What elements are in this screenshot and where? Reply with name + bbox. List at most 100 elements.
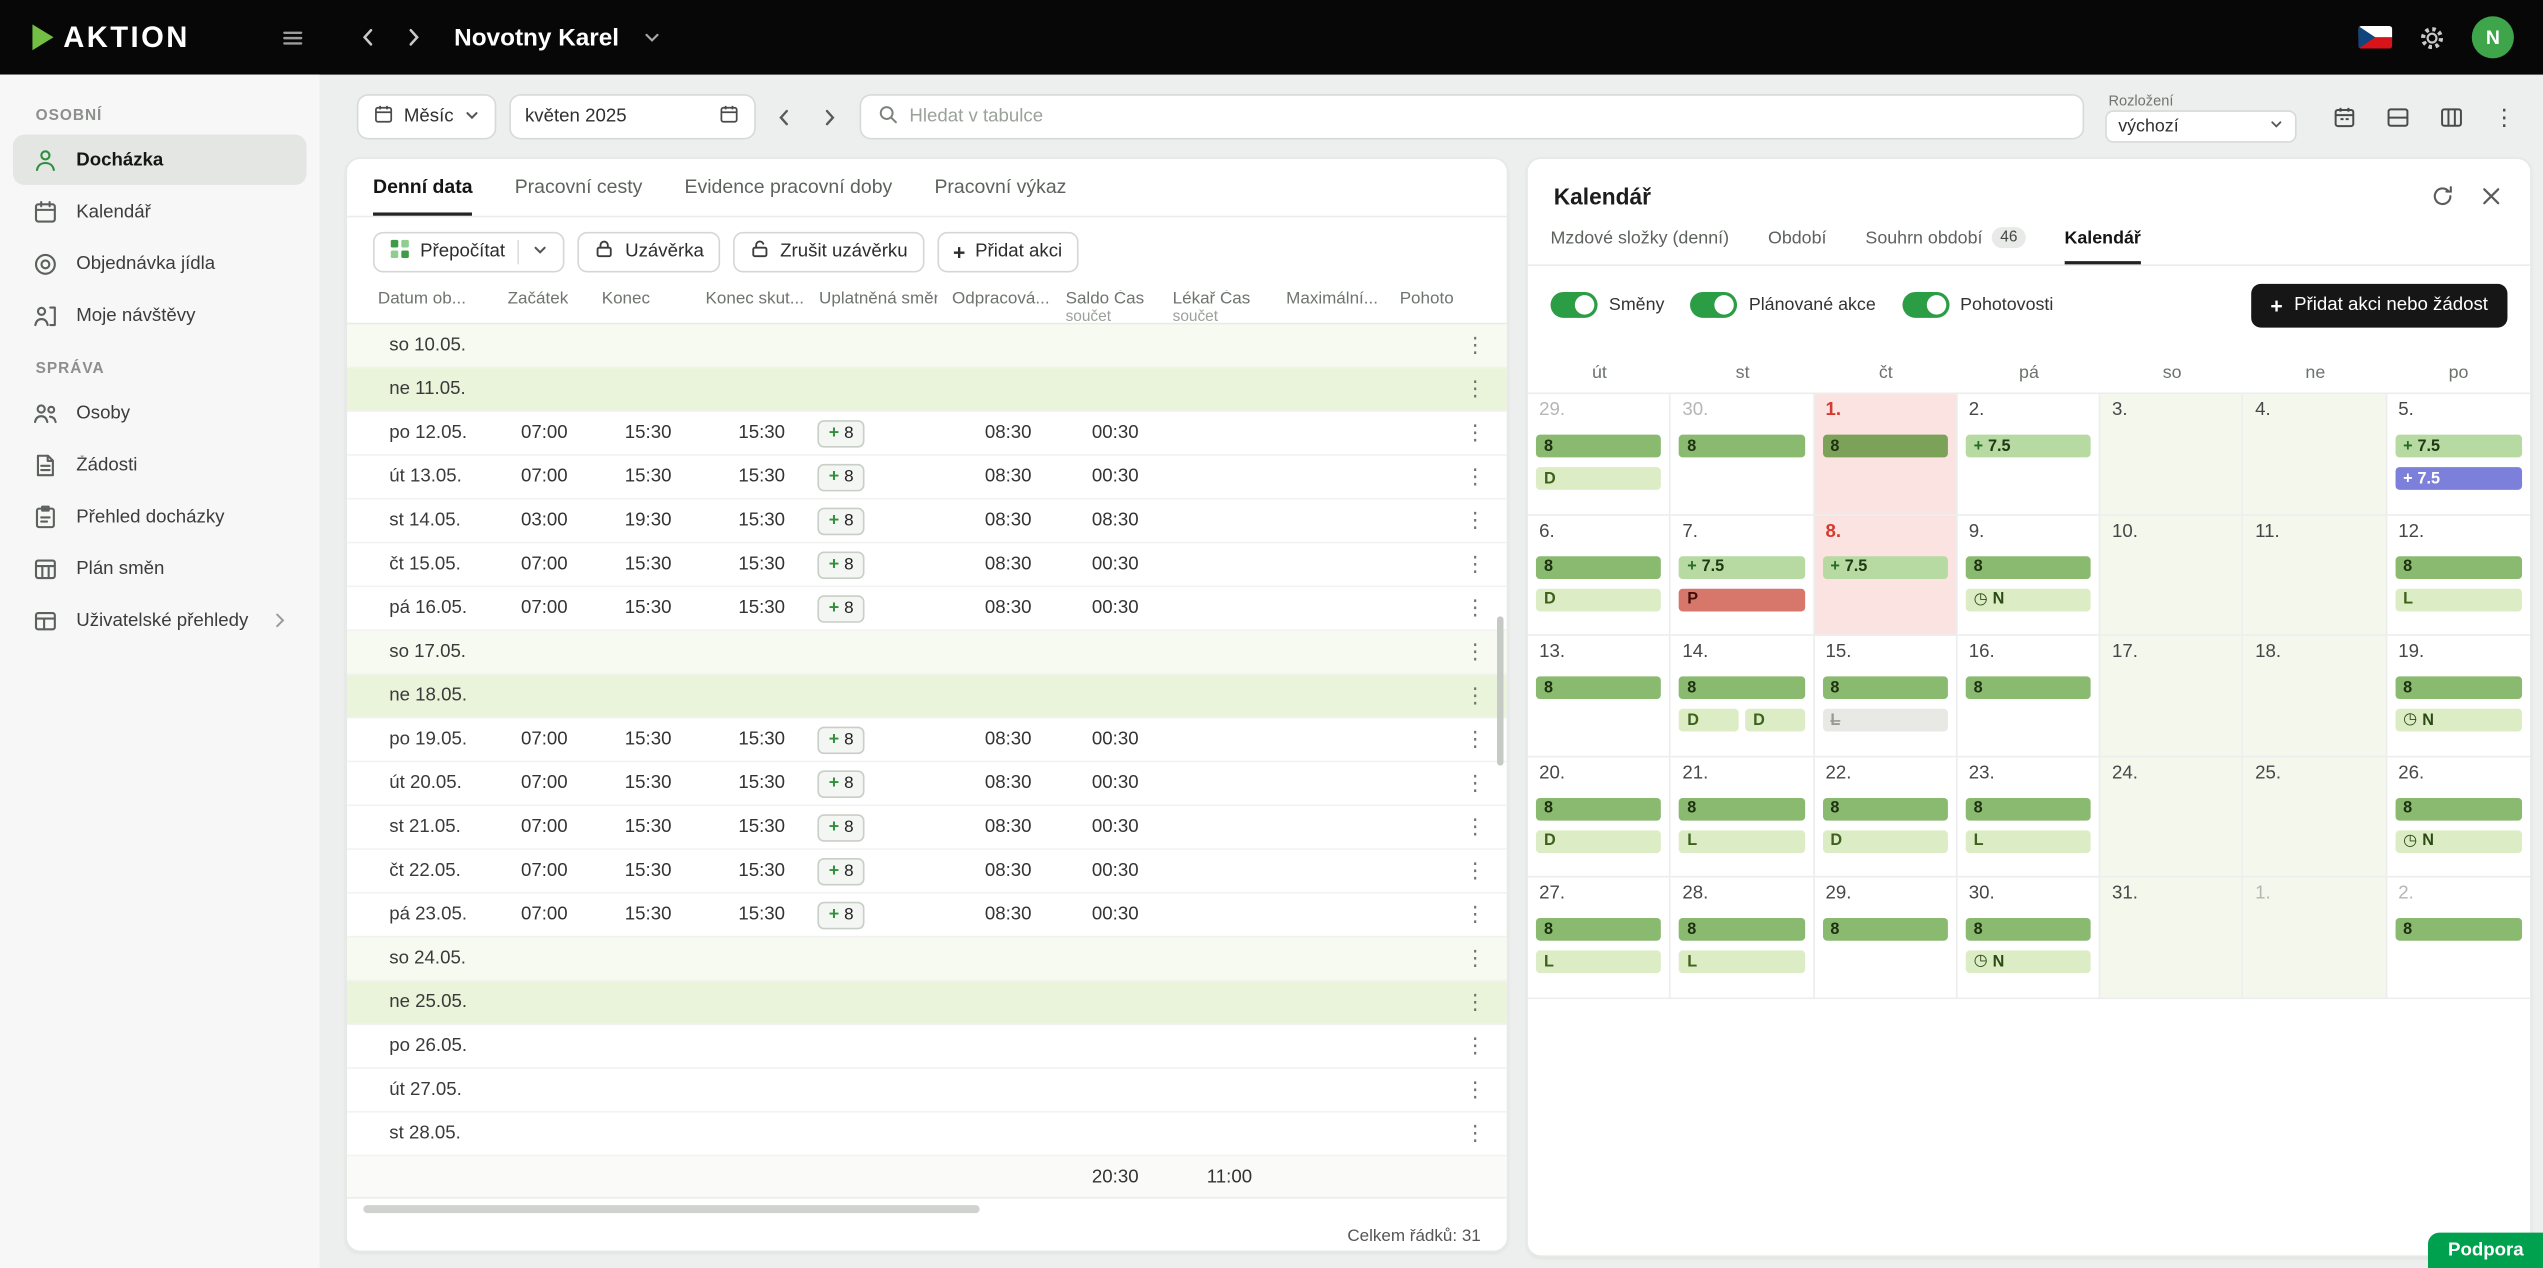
event-badge-shift[interactable]: 8 — [1965, 556, 2090, 579]
sidebar-item-moje-navstevy[interactable]: Moje návštěvy — [13, 290, 307, 340]
add-action-or-request-button[interactable]: + Přidat akci nebo žádost — [2251, 283, 2507, 327]
row-menu-icon[interactable]: ⋮ — [1453, 420, 1507, 446]
event-badge-night[interactable]: ◷N — [2395, 709, 2522, 732]
calendar-day-21[interactable]: 21.8L — [1671, 757, 1814, 878]
attendance-row-ne-11-05[interactable]: ne 11.05.⋮ — [347, 368, 1507, 412]
sidebar-item-zadosti[interactable]: Žádosti — [13, 440, 307, 490]
menu-toggle-icon[interactable] — [281, 25, 305, 49]
event-badge-light[interactable]: L — [1679, 950, 1804, 973]
toggle-smeny[interactable]: Směny — [1551, 292, 1665, 318]
table-search[interactable] — [859, 94, 2084, 139]
sidebar-item-osoby[interactable]: Osoby — [13, 388, 307, 438]
column-header-odpracova[interactable]: Odpracová... — [937, 290, 1051, 306]
split-view-icon[interactable] — [2383, 102, 2412, 131]
calendar-day-31[interactable]: 31. — [2101, 877, 2244, 998]
attendance-row-st-28-05[interactable]: st 28.05.⋮ — [347, 1113, 1507, 1157]
event-badge-light[interactable]: D — [1822, 830, 1947, 853]
calendar-day-30[interactable]: 30.8◷N — [1957, 877, 2100, 998]
calendar-view-icon[interactable] — [2329, 102, 2358, 131]
row-menu-icon[interactable]: ⋮ — [1453, 1033, 1507, 1059]
calendar-day-16[interactable]: 16.8 — [1957, 636, 2100, 757]
attendance-row-ne-25-05[interactable]: ne 25.05.⋮ — [347, 981, 1507, 1025]
language-flag-icon[interactable] — [2358, 26, 2392, 49]
calendar-day-8[interactable]: 8.+7.5 — [1814, 515, 1957, 636]
calendar-day-27[interactable]: 27.8L — [1528, 877, 1671, 998]
sidebar-item-kalendar[interactable]: Kalendář — [13, 187, 307, 237]
row-menu-icon[interactable]: ⋮ — [1453, 858, 1507, 884]
calendar-day-23[interactable]: 23.8L — [1957, 757, 2100, 878]
date-range-field[interactable]: květen 2025 — [509, 94, 756, 139]
toolbar-more-icon[interactable]: ⋮ — [2490, 102, 2519, 131]
attendance-row-po-12-05[interactable]: po 12.05.07:0015:3015:30+808:3000:30⋮ — [347, 412, 1507, 456]
row-menu-icon[interactable]: ⋮ — [1453, 332, 1507, 358]
attendance-row-po-26-05[interactable]: po 26.05.⋮ — [347, 1025, 1507, 1069]
tab-obdobi[interactable]: Období — [1768, 229, 1827, 265]
row-menu-icon[interactable]: ⋮ — [1453, 814, 1507, 840]
calendar-day-12[interactable]: 12.8L — [2387, 515, 2530, 636]
applied-shift-badge[interactable]: +8 — [817, 419, 864, 447]
row-menu-icon[interactable]: ⋮ — [1453, 770, 1507, 796]
event-badge-night[interactable]: ◷N — [1965, 950, 2090, 973]
calendar-day-14[interactable]: 14.8DD — [1671, 636, 1814, 757]
row-menu-icon[interactable]: ⋮ — [1453, 902, 1507, 928]
column-header-uplatnena-smena[interactable]: Uplatněná směna — [804, 290, 937, 306]
tab-mzdove-slozky-denni[interactable]: Mzdové složky (denní) — [1551, 229, 1729, 265]
calendar-day-7[interactable]: 7.+7.5P — [1671, 515, 1814, 636]
prev-period-icon[interactable] — [768, 106, 800, 127]
attendance-row-ut-20-05[interactable]: út 20.05.07:0015:3015:30+808:3000:30⋮ — [347, 762, 1507, 806]
attendance-row-ct-22-05[interactable]: čt 22.05.07:0015:3015:30+808:3000:30⋮ — [347, 850, 1507, 894]
event-badge-light[interactable]: D — [1536, 467, 1661, 490]
calendar-day-1[interactable]: 1.8 — [1814, 394, 1957, 515]
row-menu-icon[interactable]: ⋮ — [1453, 1121, 1507, 1147]
calendar-day-2[interactable]: 2.8 — [2387, 877, 2530, 998]
title-dropdown-icon[interactable] — [642, 28, 661, 47]
event-badge-shift[interactable]: 8 — [2395, 918, 2522, 941]
event-badge-shift[interactable]: 8 — [1965, 797, 2090, 820]
calendar-day-13[interactable]: 13.8 — [1528, 636, 1671, 757]
attendance-row-st-21-05[interactable]: st 21.05.07:0015:3015:30+808:3000:30⋮ — [347, 806, 1507, 850]
sidebar-item-objednavka-jidla[interactable]: Objednávka jídla — [13, 238, 307, 288]
event-badge-plan[interactable]: +7.5 — [1822, 556, 1947, 579]
calendar-day-30[interactable]: 30.8 — [1671, 394, 1814, 515]
event-badge-plan[interactable]: +7.5 — [1965, 435, 2090, 458]
column-header-konec-skut[interactable]: Konec skut... — [691, 290, 805, 306]
refresh-icon[interactable] — [2426, 180, 2458, 212]
applied-shift-badge[interactable]: +8 — [817, 594, 864, 622]
nav-forward-icon[interactable] — [402, 26, 425, 49]
tab-kalendar[interactable]: Kalendář — [2065, 229, 2141, 265]
next-period-icon[interactable] — [814, 106, 846, 127]
event-badge-shift[interactable]: 8 — [1679, 918, 1804, 941]
attendance-row-pa-16-05[interactable]: pá 16.05.07:0015:3015:30+808:3000:30⋮ — [347, 587, 1507, 631]
attendance-row-so-24-05[interactable]: so 24.05.⋮ — [347, 937, 1507, 981]
calendar-day-28[interactable]: 28.8L — [1671, 877, 1814, 998]
event-badge-shift[interactable]: 8 — [1536, 918, 1661, 941]
attendance-row-ct-15-05[interactable]: čt 15.05.07:0015:3015:30+808:3000:30⋮ — [347, 543, 1507, 587]
calendar-day-4[interactable]: 4. — [2244, 394, 2387, 515]
tab-souhrn-obdobi[interactable]: Souhrn období46 — [1865, 227, 2025, 264]
applied-shift-badge[interactable]: +8 — [817, 857, 864, 885]
settings-gear-icon[interactable] — [2418, 24, 2446, 52]
calendar-day-22[interactable]: 22.8D — [1814, 757, 1957, 878]
tab-pracovni-vykaz[interactable]: Pracovní výkaz — [934, 175, 1066, 216]
event-badge-light[interactable]: D — [1536, 588, 1661, 611]
calendar-day-5[interactable]: 5.+7.5+7.5 — [2387, 394, 2530, 515]
attendance-row-so-17-05[interactable]: so 17.05.⋮ — [347, 631, 1507, 675]
event-badge-shift[interactable]: 8 — [1679, 435, 1804, 458]
sidebar-item-dochazka[interactable]: Docházka — [13, 135, 307, 185]
attendance-row-ut-27-05[interactable]: út 27.05.⋮ — [347, 1069, 1507, 1113]
row-menu-icon[interactable]: ⋮ — [1453, 376, 1507, 402]
attendance-row-so-10-05[interactable]: so 10.05.⋮ — [347, 324, 1507, 368]
sidebar-item-plan-smen[interactable]: Plán směn — [13, 543, 307, 593]
event-badge-shift[interactable]: 8 — [1822, 435, 1947, 458]
calendar-day-3[interactable]: 3. — [2101, 394, 2244, 515]
toggle-switch[interactable] — [1690, 292, 1737, 318]
tab-pracovni-cesty[interactable]: Pracovní cesty — [515, 175, 643, 216]
search-input[interactable] — [909, 107, 2065, 126]
toggle-planovane-akce[interactable]: Plánované akce — [1690, 292, 1875, 318]
calendar-day-9[interactable]: 9.8◷N — [1957, 515, 2100, 636]
calendar-day-6[interactable]: 6.8D — [1528, 515, 1671, 636]
event-badge-light[interactable]: L — [1679, 830, 1804, 853]
event-badge-shift[interactable]: 8 — [1679, 797, 1804, 820]
event-badge-light[interactable]: L — [1536, 950, 1661, 973]
calendar-day-29[interactable]: 29.8 — [1814, 877, 1957, 998]
